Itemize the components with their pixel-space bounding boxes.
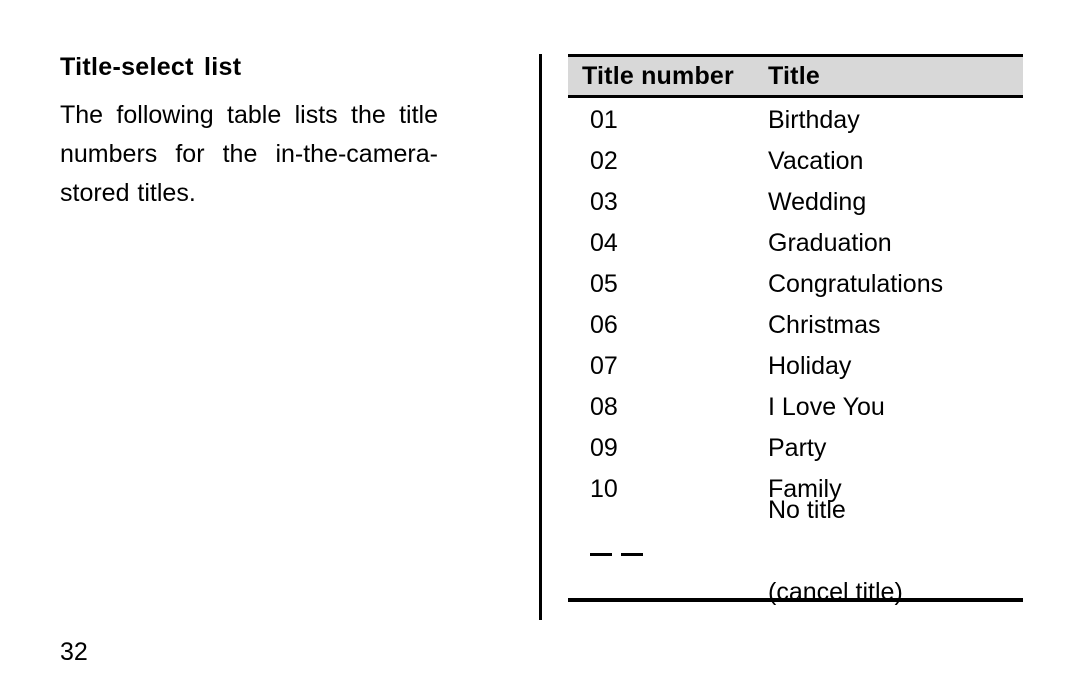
cell-title: Wedding	[768, 188, 867, 216]
cell-title-number-blank	[568, 507, 768, 596]
page-number: 32	[60, 638, 88, 666]
blank-number-dashes-icon	[590, 513, 643, 595]
table-row: 04 Graduation	[568, 223, 1023, 264]
cell-title-number: 09	[590, 434, 618, 462]
cell-title-number: 07	[590, 352, 618, 380]
cell-title-number: 05	[590, 270, 618, 298]
table-row: 05 Congratulations	[568, 264, 1023, 305]
cell-title-number: 10	[590, 475, 618, 503]
cell-title: Vacation	[768, 147, 864, 175]
cell-title-number: 02	[590, 147, 618, 175]
table-row: 07 Holiday	[568, 346, 1023, 387]
cell-title: Congratulations	[768, 270, 944, 298]
cell-title: I Love You	[768, 393, 885, 421]
section-body-text: The following table lists the title numb…	[60, 100, 438, 207]
table-row-no-title: No title (cancel title)	[568, 496, 1023, 606]
cell-title-number: 04	[590, 229, 618, 257]
table-row: 03 Wedding	[568, 182, 1023, 223]
cell-title-number: 01	[590, 106, 618, 134]
column-header-title-number: Title number	[582, 61, 734, 90]
table-row: 01 Birthday	[568, 100, 1023, 141]
cell-title: Christmas	[768, 311, 881, 339]
manual-page: Title-select list The following table li…	[0, 0, 1080, 694]
cell-title-number: 03	[590, 188, 618, 216]
dash-mark-icon	[621, 552, 643, 556]
cell-title-number: 06	[590, 311, 618, 339]
table-body: 01 Birthday 02 Vacation 03 Wedding 04 Gr…	[568, 98, 1023, 606]
left-column: Title-select list The following table li…	[60, 53, 438, 213]
cell-title: Graduation	[768, 229, 892, 257]
table-row: 06 Christmas	[568, 305, 1023, 346]
title-select-table: Title number Title 01 Birthday 02 Vacati…	[568, 54, 1023, 606]
cell-title-number: 08	[590, 393, 618, 421]
dash-mark-icon	[590, 552, 612, 556]
cell-title: Holiday	[768, 352, 852, 380]
cell-title-line-1: No title	[768, 495, 846, 524]
table-row: 02 Vacation	[568, 141, 1023, 182]
column-divider-rule	[539, 54, 542, 620]
table-header-row: Title number Title	[568, 57, 1023, 95]
cell-title-line-2: (cancel title)	[768, 577, 903, 606]
column-header-title: Title	[768, 61, 820, 90]
cell-title: Birthday	[768, 106, 860, 134]
table-row: 08 I Love You	[568, 387, 1023, 428]
section-heading: Title-select list	[60, 53, 242, 81]
cell-title-no-title: No title (cancel title)	[768, 449, 903, 654]
